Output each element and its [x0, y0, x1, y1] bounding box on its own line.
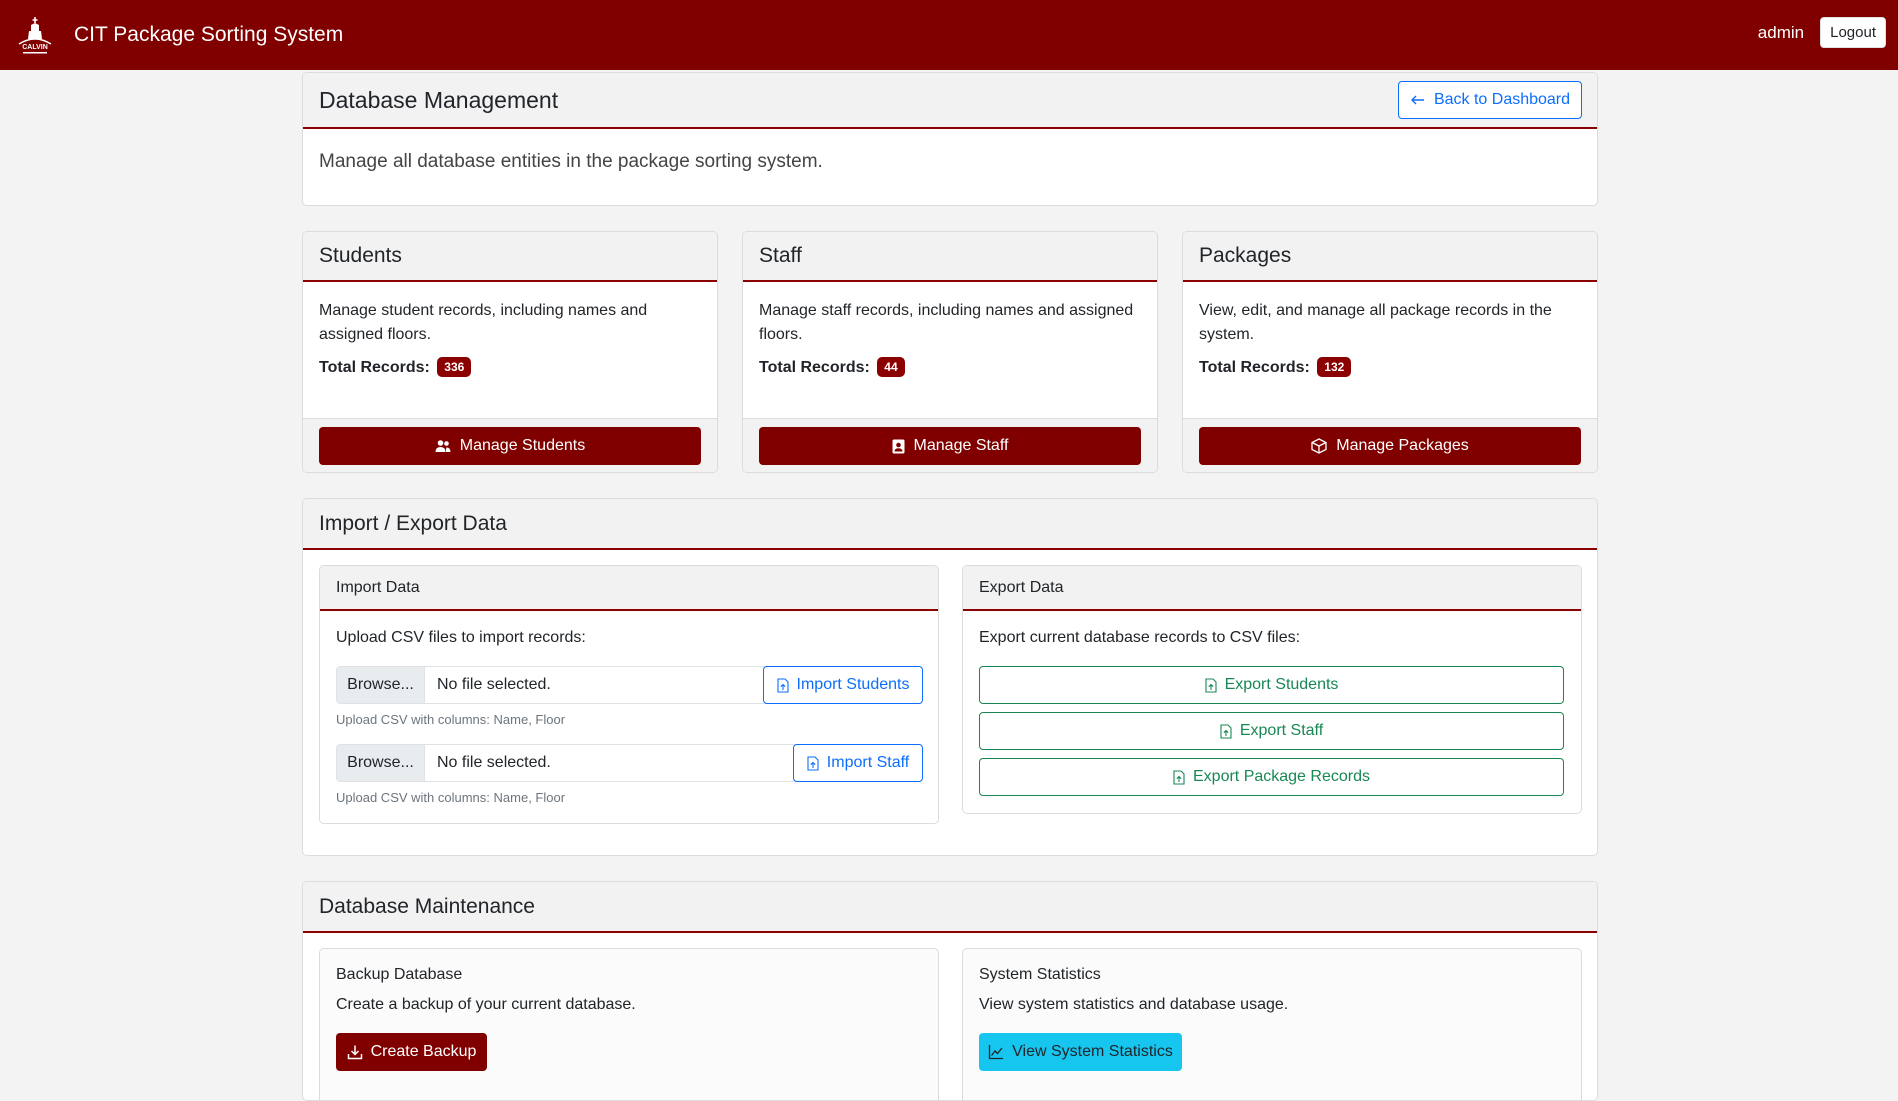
people-icon: [435, 440, 451, 452]
card-description: View, edit, and manage all package recor…: [1199, 302, 1552, 343]
import-intro: Upload CSV files to import records:: [336, 629, 586, 646]
file-export-icon: [1173, 769, 1185, 785]
staff-card: Staff Manage staff records, including na…: [742, 231, 1158, 473]
badge-icon: [892, 439, 905, 453]
card-description: Manage student records, including names …: [319, 302, 648, 343]
section-title: Database Maintenance: [319, 894, 535, 918]
help-text: Upload CSV with columns: Name, Floor: [336, 790, 566, 805]
manage-staff-button[interactable]: Manage Staff: [759, 427, 1141, 465]
logo-text: CALVIN: [22, 44, 48, 51]
subcard-title: System Statistics: [979, 966, 1101, 983]
browse-button[interactable]: Browse...: [337, 667, 425, 703]
card-description: Manage staff records, including names an…: [759, 302, 1134, 343]
line-chart-icon: [989, 1045, 1004, 1060]
arrow-left-icon: [1410, 95, 1424, 105]
system-statistics-card: System Statistics View system statistics…: [962, 948, 1582, 1100]
staff-file-input[interactable]: Browse... No file selected. Import Staff: [336, 744, 923, 782]
button-label: Manage Staff: [913, 437, 1009, 454]
backup-description: Create a backup of your current database…: [336, 996, 636, 1013]
card-title: Staff: [759, 244, 802, 267]
button-label: Export Staff: [1239, 722, 1324, 739]
packages-card: Packages View, edit, and manage all pack…: [1182, 231, 1598, 473]
button-label: Import Students: [796, 676, 910, 693]
manage-packages-button[interactable]: Manage Packages: [1199, 427, 1581, 465]
import-students-button[interactable]: Import Students: [763, 666, 923, 704]
box-icon: [1311, 438, 1327, 454]
file-status: No file selected.: [425, 667, 763, 703]
button-label: Import Staff: [826, 754, 910, 771]
total-records-label: Total Records:: [1199, 359, 1310, 376]
button-label: Create Backup: [370, 1043, 477, 1060]
subcard-title: Import Data: [336, 578, 420, 596]
database-maintenance-card: Database Maintenance Backup Database Cre…: [302, 881, 1598, 1101]
file-status: No file selected.: [425, 745, 793, 781]
file-export-icon: [1220, 723, 1232, 739]
help-text: Upload CSV with columns: Name, Floor: [336, 712, 566, 727]
file-upload-icon: [776, 677, 789, 693]
total-records-label: Total Records:: [759, 359, 870, 376]
calvin-logo: CALVIN: [18, 17, 52, 54]
view-system-statistics-button[interactable]: View System Statistics: [979, 1033, 1182, 1071]
record-count-badge: 336: [437, 357, 472, 377]
export-intro: Export current database records to CSV f…: [979, 629, 1301, 646]
export-staff-button[interactable]: Export Staff: [979, 712, 1564, 750]
database-management-card: Database Management Back to Dashboard Ma…: [302, 72, 1598, 206]
file-upload-icon: [807, 755, 819, 771]
button-label: View System Statistics: [1012, 1043, 1173, 1060]
button-label: Manage Packages: [1336, 437, 1469, 454]
back-to-dashboard-button[interactable]: Back to Dashboard: [1398, 81, 1582, 119]
button-label: Export Package Records: [1193, 768, 1370, 785]
subcard-title: Export Data: [979, 578, 1064, 596]
button-label: Export Students: [1224, 676, 1339, 693]
page-description: Manage all database entities in the pack…: [319, 151, 823, 172]
download-icon: [347, 1045, 362, 1060]
export-package-records-button[interactable]: Export Package Records: [979, 758, 1564, 796]
import-export-card: Import / Export Data Import Data Upload …: [302, 498, 1598, 856]
logout-button[interactable]: Logout: [1820, 17, 1886, 48]
button-label: Manage Students: [459, 437, 586, 454]
file-export-icon: [1205, 677, 1217, 693]
top-navbar: CALVIN CIT Package Sorting System admin …: [0, 0, 1898, 70]
subcard-title: Backup Database: [336, 966, 463, 983]
card-title: Packages: [1199, 244, 1292, 267]
stats-description: View system statistics and database usag…: [979, 996, 1289, 1013]
section-title: Import / Export Data: [319, 511, 507, 535]
export-data-card: Export Data Export current database reco…: [962, 565, 1582, 814]
page-title: Database Management: [319, 86, 559, 113]
backup-database-card: Backup Database Create a backup of your …: [319, 948, 939, 1100]
students-card: Students Manage student records, includi…: [302, 231, 718, 473]
create-backup-button[interactable]: Create Backup: [336, 1033, 487, 1071]
back-label: Back to Dashboard: [1433, 91, 1571, 108]
import-data-card: Import Data Upload CSV files to import r…: [319, 565, 939, 824]
record-count-badge: 44: [877, 357, 905, 377]
student-file-input[interactable]: Browse... No file selected. Import Stude…: [336, 666, 923, 704]
browse-button[interactable]: Browse...: [337, 745, 425, 781]
manage-students-button[interactable]: Manage Students: [319, 427, 701, 465]
app-title: CIT Package Sorting System: [74, 23, 344, 46]
current-user: admin: [1757, 22, 1805, 42]
total-records-label: Total Records:: [319, 359, 430, 376]
card-title: Students: [319, 244, 402, 267]
record-count-badge: 132: [1317, 357, 1352, 377]
export-students-button[interactable]: Export Students: [979, 666, 1564, 704]
import-staff-button[interactable]: Import Staff: [793, 744, 923, 782]
brand[interactable]: CALVIN CIT Package Sorting System: [14, 14, 343, 56]
